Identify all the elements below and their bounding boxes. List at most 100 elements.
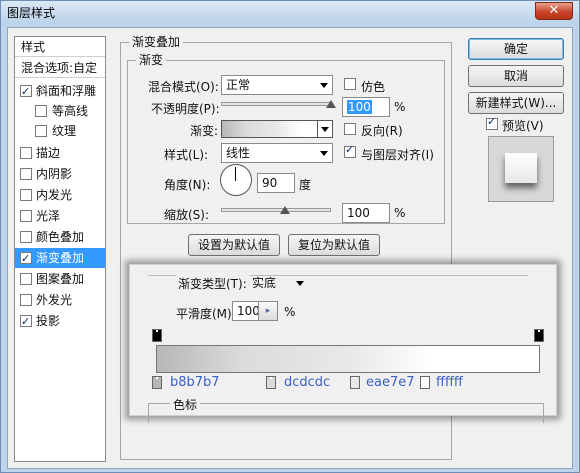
stroke-checkbox[interactable] — [20, 147, 32, 159]
color-stop-4[interactable] — [420, 376, 430, 389]
gradient-bar[interactable] — [156, 345, 540, 373]
angle-unit: 度 — [299, 178, 312, 192]
align-with-layer-label: 与图层对齐(I) — [361, 148, 434, 162]
color-stop-2[interactable] — [266, 376, 276, 389]
angle-label: 角度(N): — [164, 178, 211, 192]
style-select[interactable]: 线性 — [221, 143, 333, 163]
opacity-percent: % — [394, 100, 406, 114]
sidebar-item-drop-shadow[interactable]: 投影 — [15, 311, 105, 332]
chevron-down-icon — [321, 127, 329, 132]
sidebar-item-label: 颜色叠加 — [36, 230, 85, 244]
dither-label: 仿色 — [361, 80, 386, 94]
sidebar-item-label: 斜面和浮雕 — [36, 84, 97, 98]
new-style-button[interactable]: 新建样式(W)... — [468, 92, 564, 114]
reset-default-button[interactable]: 复位为默认值 — [288, 234, 380, 256]
scale-slider[interactable] — [221, 208, 331, 212]
blend-mode-value: 正常 — [226, 78, 251, 92]
sidebar-item-outer-glow[interactable]: 外发光 — [15, 290, 105, 310]
opacity-slider-thumb[interactable] — [326, 100, 336, 108]
reverse-label: 反向(R) — [361, 124, 403, 138]
scale-percent: % — [394, 206, 406, 220]
style-value: 线性 — [226, 146, 251, 160]
color-stop-2-label: dcdcdc — [284, 375, 331, 390]
window-title: 图层样式 — [7, 6, 56, 20]
blend-mode-select[interactable]: 正常 — [221, 75, 333, 95]
sidebar-item-inner-glow[interactable]: 内发光 — [15, 185, 105, 205]
pattern-overlay-checkbox[interactable] — [20, 273, 32, 285]
gradient-dropdown-button[interactable] — [317, 120, 333, 138]
scale-slider-thumb[interactable] — [280, 206, 290, 214]
satin-checkbox[interactable] — [20, 210, 32, 222]
sidebar-item-label: 等高线 — [52, 104, 89, 118]
styles-header[interactable]: 样式 — [15, 37, 105, 57]
angle-dial-needle — [235, 167, 236, 181]
smoothness-label: 平滑度(M): — [176, 307, 236, 321]
set-default-button[interactable]: 设置为默认值 — [188, 234, 280, 256]
sidebar-item-label: 描边 — [36, 146, 61, 160]
preview-thumbnail — [505, 153, 537, 183]
opacity-slider[interactable] — [221, 102, 331, 106]
smoothness-input[interactable]: 100 — [232, 301, 260, 321]
inner-shadow-checkbox[interactable] — [20, 168, 32, 180]
sidebar-item-pattern-overlay[interactable]: 图案叠加 — [15, 269, 105, 289]
opacity-stop-right[interactable] — [534, 329, 544, 342]
ok-button[interactable]: 确定 — [468, 38, 564, 60]
gradient-editor-panel: 渐变类型(T): 实底 平滑度(M): 100 ▸ % b8b7b7 dcdcd… — [129, 264, 557, 423]
chevron-down-icon — [296, 281, 304, 286]
sidebar-item-label: 光泽 — [36, 209, 61, 223]
gradient-overlay-checkbox[interactable] — [20, 249, 32, 269]
layer-style-dialog: 图层样式 ✕ 样式 混合选项:自定 斜面和浮雕 等高线 纹理 描边 — [0, 0, 580, 473]
blend-options-item[interactable]: 混合选项:自定 — [15, 58, 105, 78]
align-with-layer-checkbox[interactable] — [344, 143, 356, 158]
scale-label: 缩放(S): — [164, 208, 210, 222]
group-title: 渐变 — [136, 53, 167, 67]
gradient-label: 渐变: — [190, 124, 219, 138]
sidebar-item-gradient-overlay[interactable]: 渐变叠加 — [15, 248, 105, 269]
sidebar-item-label: 图案叠加 — [36, 272, 85, 286]
drop-shadow-checkbox[interactable] — [20, 312, 32, 332]
gradient-type-select[interactable]: 实底 — [250, 273, 308, 293]
sidebar-item-label: 内发光 — [36, 188, 73, 202]
chevron-down-icon — [320, 151, 328, 156]
sidebar-item-color-overlay[interactable]: 颜色叠加 — [15, 227, 105, 247]
sidebar-item-stroke[interactable]: 描边 — [15, 143, 105, 163]
color-overlay-checkbox[interactable] — [20, 231, 32, 243]
bevel-emboss-checkbox[interactable] — [20, 82, 32, 102]
sidebar-item-satin[interactable]: 光泽 — [15, 206, 105, 226]
reverse-checkbox[interactable] — [344, 123, 356, 135]
cancel-button[interactable]: 取消 — [468, 65, 564, 87]
sidebar-item-label: 内阴影 — [36, 167, 73, 181]
close-button[interactable]: ✕ — [535, 2, 573, 20]
dither-checkbox[interactable] — [344, 78, 356, 90]
sidebar-item-label: 渐变叠加 — [36, 251, 85, 265]
chevron-down-icon — [320, 83, 328, 88]
sidebar-item-texture[interactable]: 纹理 — [15, 121, 105, 141]
preview-checkbox[interactable] — [486, 115, 498, 130]
contour-checkbox[interactable] — [35, 105, 47, 117]
smoothness-percent: % — [284, 305, 296, 319]
outer-glow-checkbox[interactable] — [20, 294, 32, 306]
style-label: 样式(L): — [164, 148, 209, 162]
scale-input[interactable]: 100 — [342, 203, 390, 223]
gradient-type-value: 实底 — [252, 276, 277, 290]
angle-input[interactable]: 90 — [257, 173, 295, 193]
sidebar-item-bevel-emboss[interactable]: 斜面和浮雕 — [15, 81, 105, 102]
color-stops-label: 色标 — [170, 396, 201, 413]
opacity-stop-left[interactable] — [152, 329, 162, 342]
color-stop-1[interactable] — [152, 376, 162, 389]
color-stops-group — [148, 403, 544, 423]
smoothness-value: 100 — [237, 304, 260, 318]
opacity-input[interactable]: 100 — [342, 97, 390, 117]
sidebar-item-label: 投影 — [36, 314, 61, 328]
sidebar-item-contour[interactable]: 等高线 — [15, 101, 105, 121]
sidebar-item-label: 外发光 — [36, 293, 73, 307]
gradient-type-label: 渐变类型(T): — [176, 275, 249, 292]
scale-value: 100 — [347, 206, 370, 220]
title-bar: 图层样式 ✕ — [1, 1, 579, 23]
angle-dial[interactable] — [220, 164, 252, 196]
color-stop-3[interactable] — [350, 376, 360, 389]
inner-glow-checkbox[interactable] — [20, 189, 32, 201]
sidebar-item-inner-shadow[interactable]: 内阴影 — [15, 164, 105, 184]
smoothness-stepper[interactable]: ▸ — [258, 301, 278, 321]
texture-checkbox[interactable] — [35, 125, 47, 137]
